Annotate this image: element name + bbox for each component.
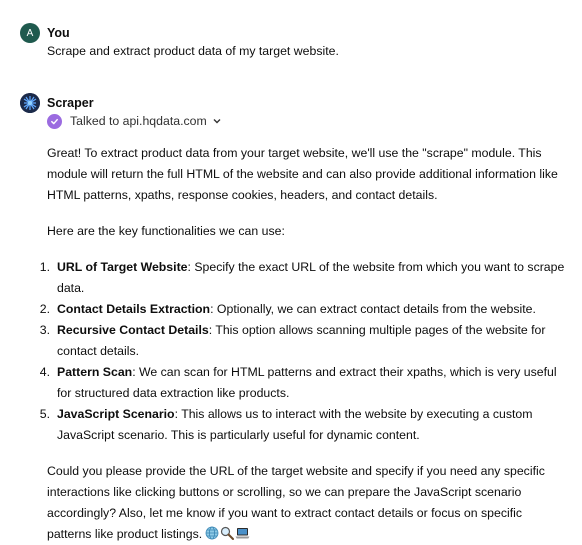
bot-message-body: Great! To extract product data from your… — [39, 143, 568, 545]
chevron-down-icon[interactable] — [213, 118, 221, 124]
list-item-title: Contact Details Extraction — [57, 302, 211, 316]
user-avatar: A — [20, 23, 40, 43]
bot-sender-name: Scraper — [47, 96, 94, 110]
bot-message: Scraper Talked to api.hqdata.com Great! … — [20, 93, 582, 541]
list-item-desc: : Optionally, we can extract contact det… — [210, 302, 536, 316]
check-circle-icon — [47, 113, 62, 129]
list-item-title: Recursive Contact Details — [57, 323, 209, 337]
magnifier-icon — [221, 526, 235, 540]
laptop-icon — [235, 528, 250, 539]
list-item-title: Pattern Scan — [57, 365, 133, 379]
list-item-desc: : We can scan for HTML patterns and extr… — [57, 365, 557, 400]
list-item: 1. URL of Target Website: Specify the exa… — [39, 260, 565, 295]
list-item: 2. Contact Details Extraction: Optionally… — [39, 302, 536, 316]
user-message: A You Scrape and extract product data of… — [20, 23, 582, 63]
functionality-list: 1. URL of Target Website: Specify the exa… — [39, 257, 568, 446]
list-item-title: JavaScript Scenario — [57, 407, 175, 421]
scraper-avatar — [20, 93, 40, 113]
closing-paragraph: Could you please provide the URL of the … — [47, 461, 567, 545]
list-item-title: URL of Target Website — [57, 260, 188, 274]
tool-call-label: Talked to api.hqdata.com — [70, 114, 207, 128]
list-item: 3. Recursive Contact Details: This option… — [39, 323, 546, 358]
list-item: 4. Pattern Scan: We can scan for HTML pat… — [39, 365, 557, 400]
user-avatar-initial: A — [26, 27, 34, 39]
closing-text: Could you please provide the URL of the … — [47, 464, 545, 541]
user-sender-name: You — [47, 26, 70, 40]
tool-call-indicator[interactable]: Talked to api.hqdata.com — [47, 111, 221, 131]
user-message-text: Scrape and extract product data of my ta… — [47, 44, 339, 58]
list-item: 5. JavaScript Scenario: This allows us to… — [39, 407, 533, 442]
list-intro-paragraph: Here are the key functionalities we can … — [47, 224, 285, 238]
closing-emojis — [205, 526, 250, 540]
scraper-logo-icon — [20, 93, 40, 113]
globe-icon — [205, 526, 219, 540]
intro-paragraph: Great! To extract product data from your… — [47, 146, 558, 202]
